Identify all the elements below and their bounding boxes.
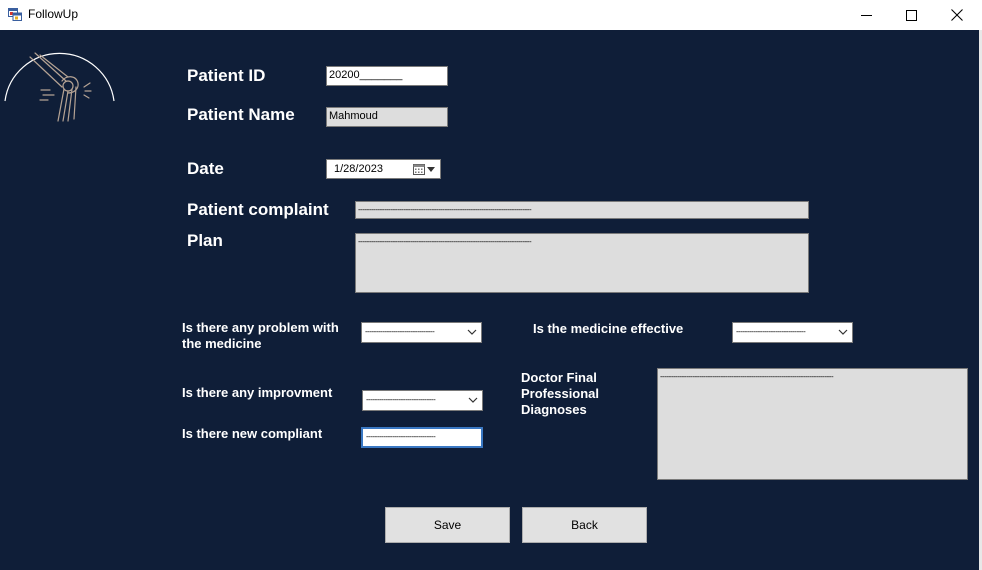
patient-complaint-label: Patient complaint: [187, 200, 329, 219]
new-complaint-label: Is there new compliant: [182, 426, 323, 441]
plan-label: Plan: [187, 231, 223, 250]
maximize-button[interactable]: [888, 0, 934, 30]
maximize-icon: [905, 9, 917, 21]
date-label: Date: [187, 159, 224, 178]
minimize-icon: [860, 14, 872, 16]
window-title: FollowUp: [28, 7, 79, 21]
back-button[interactable]: Back: [522, 507, 647, 543]
improvement-value: --------------------------------: [366, 395, 436, 404]
calendar-icon[interactable]: [413, 164, 425, 175]
improvement-label: Is there any improvment: [182, 385, 333, 400]
title-bar: FollowUp: [0, 0, 982, 30]
medicine-effective-dropdown[interactable]: --------------------------------: [732, 322, 853, 343]
chevron-down-icon: [838, 329, 848, 335]
save-button[interactable]: Save: [385, 507, 510, 543]
medicine-problem-value: --------------------------------: [365, 327, 435, 336]
patient-id-input[interactable]: 20200_______: [326, 66, 448, 86]
medicine-problem-label-line2: the medicine: [182, 336, 262, 351]
diagnoses-label-line2: Professional: [521, 386, 600, 401]
medicine-effective-label: Is the medicine effective: [533, 321, 684, 336]
new-complaint-value: --------------------------------: [366, 432, 436, 441]
chevron-down-icon: [467, 329, 477, 335]
patient-complaint-input[interactable]: ----------------------------------------…: [355, 201, 809, 219]
diagnoses-textarea[interactable]: ----------------------------------------…: [657, 368, 968, 480]
diagnoses-label-line1: Doctor Final: [521, 370, 597, 385]
close-button[interactable]: [934, 0, 980, 30]
new-complaint-input[interactable]: --------------------------------: [361, 427, 483, 448]
form-client-area: [0, 30, 982, 570]
date-picker[interactable]: 1/28/2023: [326, 159, 441, 179]
medicine-effective-value: --------------------------------: [736, 327, 806, 336]
diagnoses-label-line3: Diagnoses: [521, 402, 587, 417]
minimize-button[interactable]: [843, 0, 889, 30]
patient-name-label: Patient Name: [187, 105, 295, 124]
patient-name-input[interactable]: Mahmoud: [326, 107, 448, 127]
patient-id-label: Patient ID: [187, 66, 266, 85]
app-icon: [8, 8, 22, 21]
chevron-down-icon[interactable]: [427, 167, 435, 172]
date-value: 1/28/2023: [334, 163, 383, 175]
knee-joint-logo-icon: [4, 52, 115, 122]
close-icon: [951, 9, 963, 21]
improvement-dropdown[interactable]: --------------------------------: [362, 390, 483, 411]
medicine-problem-label-line1: Is there any problem with: [182, 320, 339, 335]
medicine-problem-dropdown[interactable]: --------------------------------: [361, 322, 482, 343]
plan-textarea[interactable]: ----------------------------------------…: [355, 233, 809, 293]
chevron-down-icon: [468, 397, 478, 403]
